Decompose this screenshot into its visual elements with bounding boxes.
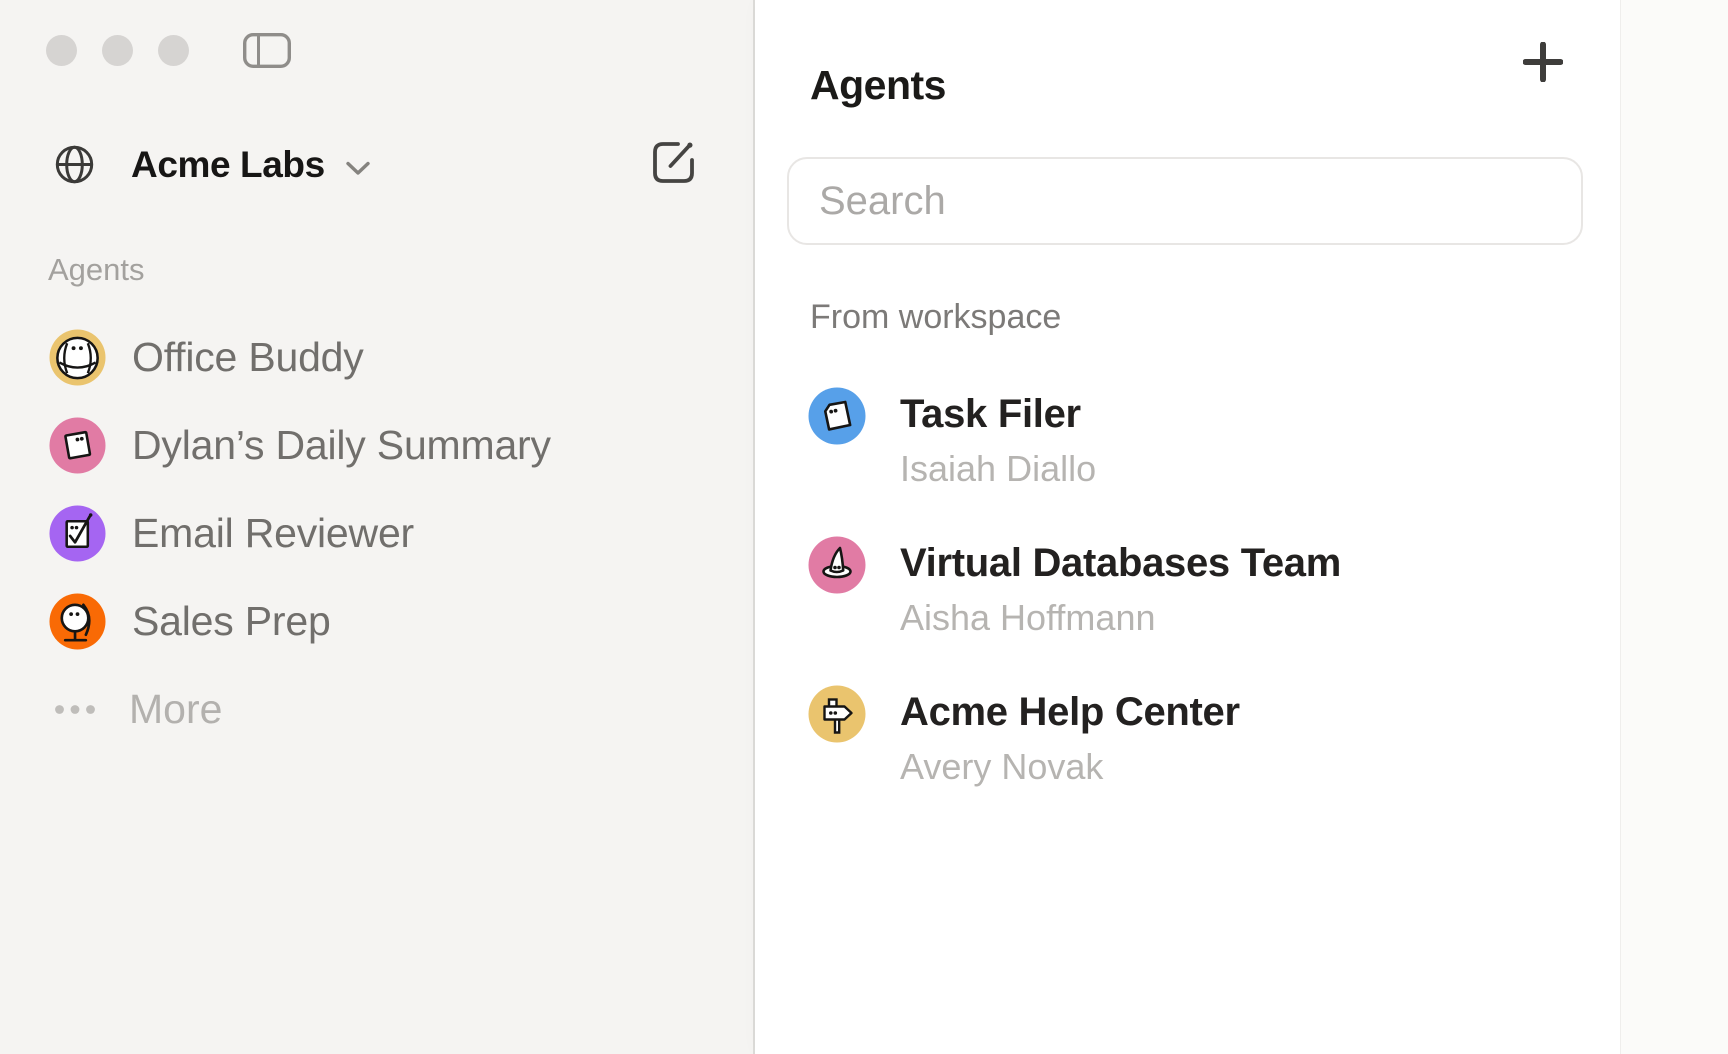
sidebar-item-label: Sales Prep	[132, 601, 331, 642]
app-window: Acme Labs Agents Office Buddy	[0, 0, 1728, 1054]
agent-row-acme-help-center[interactable]: Acme Help Center Avery Novak	[755, 685, 1620, 789]
sidebar-item-sales-prep[interactable]: Sales Prep	[49, 593, 709, 650]
ellipsis-icon	[55, 705, 95, 714]
witch-hat-avatar-icon	[808, 536, 866, 594]
sidebar-item-label: Office Buddy	[132, 337, 364, 378]
agents-panel: Agents From workspace Task Filer Isaiah …	[755, 0, 1620, 1054]
chevron-down-icon	[346, 161, 370, 176]
agent-name: Virtual Databases Team	[900, 543, 1341, 583]
ball-face-avatar-icon	[49, 329, 106, 386]
sidebar-item-office-buddy[interactable]: Office Buddy	[49, 329, 709, 386]
sidebar: Acme Labs Agents Office Buddy	[0, 0, 755, 1054]
note-face-avatar-icon	[49, 417, 106, 474]
new-chat-button[interactable]	[650, 139, 697, 186]
window-control-minimize[interactable]	[102, 35, 133, 66]
window-controls	[46, 35, 189, 66]
globe-icon	[54, 144, 95, 185]
panel-section-label: From workspace	[810, 300, 1061, 334]
compose-icon	[650, 139, 697, 186]
sidebar-item-label: Email Reviewer	[132, 513, 414, 554]
background-area	[1620, 0, 1728, 1054]
agent-owner: Isaiah Diallo	[900, 451, 1096, 487]
workspace-name: Acme Labs	[131, 146, 325, 183]
sidebar-item-email-reviewer[interactable]: Email Reviewer	[49, 505, 709, 562]
agent-owner: Avery Novak	[900, 749, 1103, 785]
desk-globe-avatar-icon	[49, 593, 106, 650]
panel-title: Agents	[810, 65, 946, 106]
checklist-avatar-icon	[49, 505, 106, 562]
sidebar-section-label: Agents	[48, 254, 145, 285]
agent-name: Task Filer	[900, 394, 1081, 434]
sidebar-more-label: More	[129, 689, 222, 730]
sidebar-toggle-icon	[243, 33, 291, 68]
sidebar-more-button[interactable]: More	[49, 681, 449, 738]
plus-icon	[1523, 42, 1563, 82]
note-face-avatar-icon	[808, 387, 866, 445]
search-input[interactable]	[787, 157, 1583, 245]
add-agent-button[interactable]	[1521, 40, 1565, 84]
signpost-avatar-icon	[808, 685, 866, 743]
window-control-zoom[interactable]	[158, 35, 189, 66]
sidebar-item-label: Dylan’s Daily Summary	[132, 425, 551, 466]
window-control-close[interactable]	[46, 35, 77, 66]
sidebar-item-dylans-daily-summary[interactable]: Dylan’s Daily Summary	[49, 417, 709, 474]
agent-row-virtual-databases-team[interactable]: Virtual Databases Team Aisha Hoffmann	[755, 536, 1620, 640]
workspace-switcher[interactable]: Acme Labs	[54, 142, 370, 187]
agent-row-task-filer[interactable]: Task Filer Isaiah Diallo	[755, 387, 1620, 491]
sidebar-toggle-button[interactable]	[243, 33, 291, 68]
agent-name: Acme Help Center	[900, 692, 1240, 732]
agent-owner: Aisha Hoffmann	[900, 600, 1155, 636]
